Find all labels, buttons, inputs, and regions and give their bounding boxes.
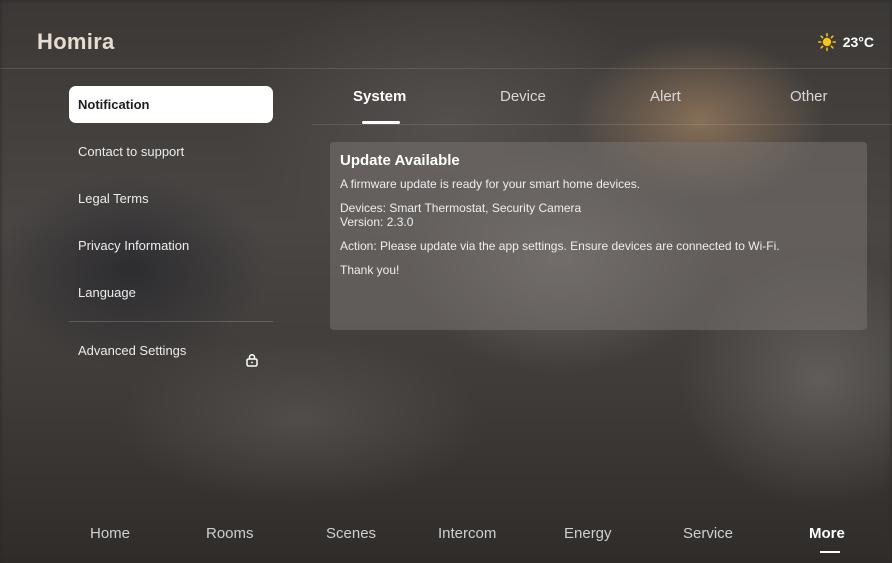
nav-item-rooms[interactable]: Rooms xyxy=(206,525,254,542)
lock-icon xyxy=(245,344,259,367)
sidebar-item-advanced-settings[interactable]: Advanced Settings xyxy=(69,332,273,369)
nav-item-more[interactable]: More xyxy=(809,525,845,542)
sun-icon xyxy=(817,33,836,51)
temperature-readout: 23°C xyxy=(842,34,874,50)
sidebar-item-language[interactable]: Language xyxy=(69,274,273,311)
tab-system[interactable]: System xyxy=(353,88,406,105)
tab-device[interactable]: Device xyxy=(500,88,546,105)
sidebar-item-legal-terms[interactable]: Legal Terms xyxy=(69,180,273,217)
header: Homira 23°C xyxy=(0,12,892,69)
notification-tabs: System Device Alert Other xyxy=(312,78,892,125)
notification-action: Action: Please update via the app settin… xyxy=(340,239,780,253)
nav-item-service[interactable]: Service xyxy=(683,525,733,542)
notification-version: Version: 2.3.0 xyxy=(340,215,414,229)
nav-item-intercom[interactable]: Intercom xyxy=(438,525,496,542)
notification-card[interactable]: Update Available A firmware update is re… xyxy=(330,142,867,330)
notification-intro: A firmware update is ready for your smar… xyxy=(340,177,641,191)
sidebar-item-notification[interactable]: Notification xyxy=(69,86,273,123)
nav-item-home[interactable]: Home xyxy=(90,525,130,542)
weather-widget: 23°C xyxy=(817,33,874,51)
active-nav-indicator xyxy=(820,551,840,553)
notification-title: Update Available xyxy=(340,152,460,169)
tab-other[interactable]: Other xyxy=(790,88,828,105)
sidebar-item-label: Advanced Settings xyxy=(78,343,187,358)
app-logo: Homira xyxy=(37,29,115,54)
sidebar-divider xyxy=(69,321,273,322)
bottom-navigation: Home Rooms Scenes Intercom Energy Servic… xyxy=(0,513,892,563)
notification-devices: Devices: Smart Thermostat, Security Came… xyxy=(340,201,582,215)
active-tab-indicator xyxy=(362,121,400,124)
sidebar-item-privacy-information[interactable]: Privacy Information xyxy=(69,227,273,264)
tab-alert[interactable]: Alert xyxy=(650,88,681,105)
settings-sidebar: Notification Contact to support Legal Te… xyxy=(69,86,273,379)
notification-closing: Thank you! xyxy=(340,263,400,277)
sidebar-item-contact-support[interactable]: Contact to support xyxy=(69,133,273,170)
nav-item-energy[interactable]: Energy xyxy=(564,525,612,542)
nav-item-scenes[interactable]: Scenes xyxy=(326,525,376,542)
